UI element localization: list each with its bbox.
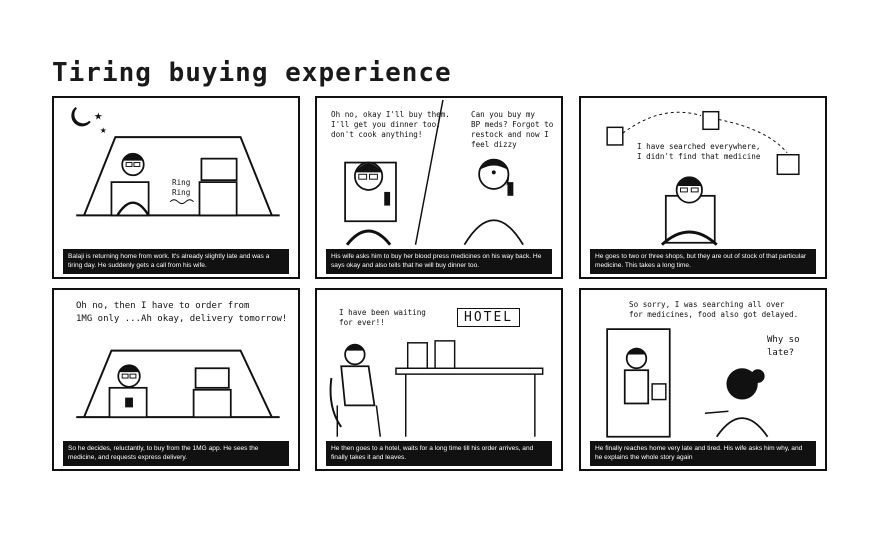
- comic-panel-2: Oh no, okay I'll buy them. I'll get you …: [315, 96, 563, 279]
- panel-caption: He finally reaches home very late and ti…: [590, 441, 816, 466]
- comic-panel-1: ★ ★ Ring Ring Balaji is returning home f…: [52, 96, 300, 279]
- comic-panel-6: So sorry, I was searching all over for m…: [579, 288, 827, 471]
- wife-speech: Why so late?: [767, 335, 800, 358]
- svg-text:★: ★: [100, 126, 107, 135]
- husband-speech: So sorry, I was searching all over for m…: [629, 300, 799, 319]
- svg-text:★: ★: [94, 112, 103, 123]
- page-title: Tiring buying experience: [52, 58, 452, 88]
- panel-caption: So he decides, reluctantly, to buy from …: [63, 441, 289, 466]
- husband-speech: Oh no, okay I'll buy them. I'll get you …: [331, 110, 450, 139]
- ring-sound-effect: Ring Ring: [172, 178, 191, 197]
- hotel-sign: HOTEL: [457, 308, 521, 327]
- panel-caption: He then goes to a hotel, waits for a lon…: [326, 441, 552, 466]
- comic-panel-3: I have searched everywhere, I didn't fin…: [579, 96, 827, 279]
- panel-caption: He goes to two or three shops, but they …: [590, 249, 816, 274]
- comic-panel-4: Oh no, then I have to order from 1MG onl…: [52, 288, 300, 471]
- thought-text: I have been waiting for ever!!: [339, 308, 426, 327]
- panel-caption: Balaji is returning home from work. It's…: [63, 249, 289, 274]
- wife-speech: Can you buy my BP meds? Forgot to restoc…: [471, 110, 554, 149]
- comic-panel-5: I have been waiting for ever!! HOTEL He …: [315, 288, 563, 471]
- thought-text: Oh no, then I have to order from 1MG onl…: [76, 301, 288, 324]
- panel-caption: His wife asks him to buy her blood press…: [326, 249, 552, 274]
- thought-text: I have searched everywhere, I didn't fin…: [637, 142, 761, 161]
